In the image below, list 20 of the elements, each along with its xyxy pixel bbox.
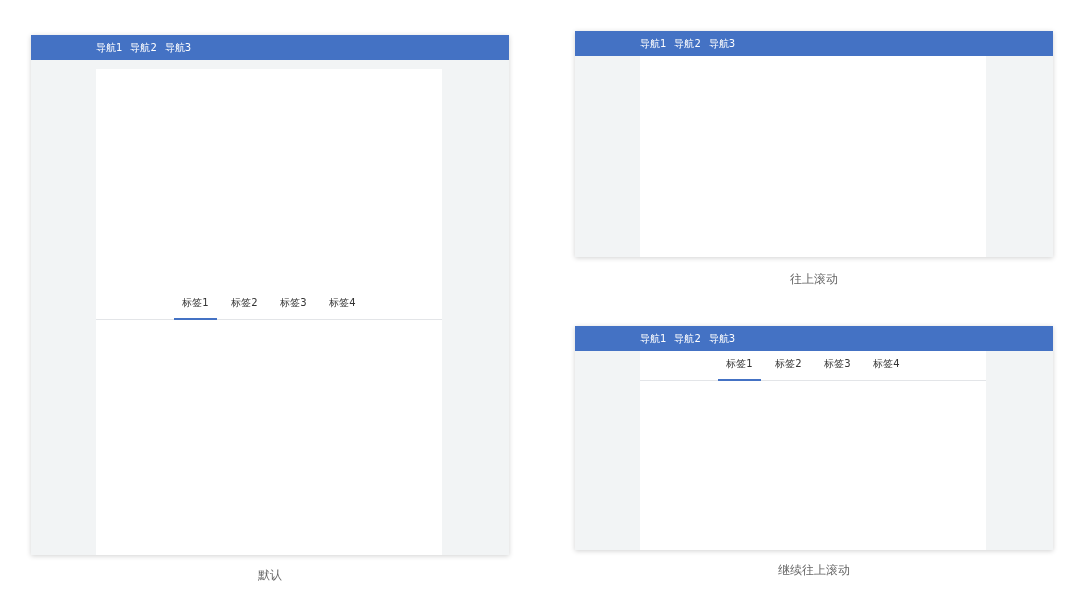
nav-link[interactable]: 导航1 (96, 40, 123, 55)
tab[interactable]: 标签2 (223, 290, 266, 320)
nav-link[interactable]: 导航3 (708, 36, 736, 51)
nav-link[interactable]: 导航1 (640, 36, 667, 51)
nav-link[interactable]: 导航3 (708, 331, 736, 346)
tab[interactable]: 标签1 (174, 290, 217, 320)
caption: 往上滚动 (790, 271, 838, 288)
caption: 继续往上滚动 (778, 562, 850, 579)
tab[interactable]: 标签3 (816, 351, 859, 381)
tab[interactable]: 标签1 (718, 351, 761, 381)
caption: 默认 (258, 567, 282, 584)
tab[interactable]: 标签3 (272, 290, 315, 320)
nav-link[interactable]: 导航2 (674, 331, 701, 346)
nav-link[interactable]: 导航1 (640, 331, 667, 346)
tab[interactable]: 标签4 (865, 351, 908, 381)
tab[interactable]: 标签4 (321, 290, 364, 320)
nav-link[interactable]: 导航3 (164, 40, 192, 55)
tab[interactable]: 标签2 (767, 351, 810, 381)
nav-link[interactable]: 导航2 (130, 40, 157, 55)
nav-link[interactable]: 导航2 (674, 36, 701, 51)
